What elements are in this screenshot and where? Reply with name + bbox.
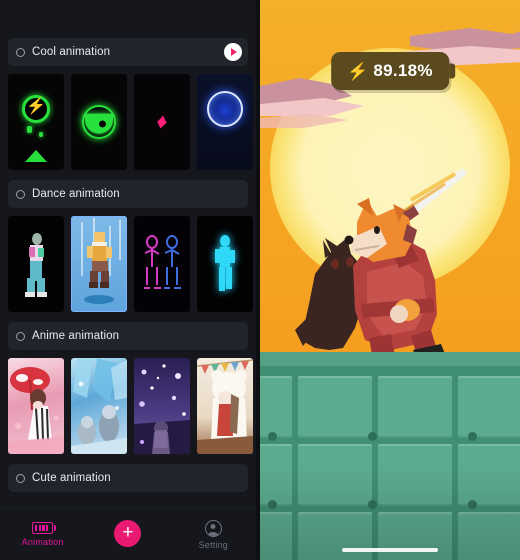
section-header-cute[interactable]: Cute animation — [8, 464, 248, 492]
circle-outline-icon — [16, 189, 25, 199]
battery-icon — [32, 522, 54, 534]
circle-outline-icon — [16, 47, 25, 57]
anime-art-stars — [134, 364, 190, 454]
section-header-dance[interactable]: Dance animation — [8, 180, 248, 208]
thumb-cool-bolt[interactable]: ⚡ — [8, 74, 64, 170]
blue-orb-shape — [207, 90, 243, 127]
dual-screenshot: Cool animation ⚡ Dance animation Anime a… — [0, 0, 520, 560]
neon-drop-shape — [27, 126, 32, 133]
pink-spark-shape — [156, 114, 169, 129]
account-icon — [204, 519, 222, 537]
thumb-dance-cyan[interactable] — [197, 216, 253, 312]
nav-item-animation[interactable]: Animation — [7, 522, 79, 547]
section-label-cute: Cute animation — [32, 472, 111, 484]
neon-drip-shape — [25, 150, 47, 162]
stage-disc — [84, 295, 114, 304]
thumb-dance-blue[interactable] — [71, 216, 127, 312]
neon-eye-shape — [99, 120, 106, 128]
thumb-anime-blue[interactable] — [71, 358, 127, 454]
rain-streak — [119, 220, 121, 260]
section-label-dance: Dance animation — [32, 188, 120, 200]
left-phone-screen: Cool animation ⚡ Dance animation Anime a… — [0, 0, 256, 560]
wall-shading — [260, 352, 520, 560]
thumb-anime-bear[interactable] — [197, 358, 253, 454]
sword — [399, 168, 467, 224]
anime-art-bear-hood — [197, 359, 253, 454]
right-phone-screen: ⚡ 89.18% — [260, 0, 520, 560]
section-label-anime: Anime animation — [32, 330, 120, 342]
section-header-cool[interactable]: Cool animation — [8, 38, 248, 66]
green-brick-wall — [260, 352, 520, 560]
neon-drop-shape — [39, 132, 43, 137]
lightning-bolt-icon: ⚡ — [26, 98, 46, 116]
thumb-cool-face[interactable] — [71, 74, 127, 170]
nav-label-setting: Setting — [198, 539, 229, 550]
nav-label-animation: Animation — [21, 537, 64, 547]
status-bar-spacer — [0, 0, 256, 38]
thumb-anime-starry[interactable] — [134, 358, 190, 454]
thumb-dance-neon-duo[interactable] — [134, 216, 190, 312]
nav-item-setting[interactable]: Setting — [177, 519, 249, 550]
play-button-cool[interactable] — [224, 43, 242, 61]
thumb-dance-dark[interactable] — [8, 216, 64, 312]
battery-percentage-indicator: ⚡ 89.18% — [331, 52, 449, 90]
circle-outline-icon — [16, 473, 25, 483]
thumb-row-anime[interactable] — [8, 358, 253, 454]
thumb-row-dance[interactable] — [8, 216, 253, 312]
play-icon — [231, 48, 237, 56]
thumb-anime-pink[interactable] — [8, 358, 64, 454]
thumb-row-cool[interactable]: ⚡ — [8, 74, 253, 170]
dancer-figure — [25, 233, 47, 297]
thumb-cool-pink[interactable] — [134, 74, 190, 170]
add-animation-button[interactable]: + — [92, 520, 164, 549]
home-indicator-bar[interactable] — [342, 548, 438, 552]
battery-percent-text: 89.18% — [373, 61, 433, 80]
cyan-dancer-figure — [215, 235, 235, 291]
animation-category-list[interactable]: Cool animation ⚡ Dance animation Anime a… — [0, 38, 256, 508]
dancer-figure — [87, 232, 112, 289]
section-label-cool: Cool animation — [32, 46, 111, 58]
neon-duo-figure — [144, 235, 181, 289]
anime-art-parasol — [8, 367, 64, 454]
thumb-cool-orb[interactable] — [197, 74, 253, 170]
lightning-bolt-icon: ⚡ — [347, 61, 369, 81]
plus-icon[interactable]: + — [114, 520, 142, 547]
section-header-anime[interactable]: Anime animation — [8, 322, 248, 350]
anime-art-ice — [71, 358, 127, 454]
fox-samurai-character — [295, 168, 467, 364]
circle-outline-icon — [16, 331, 25, 341]
plus-glyph: + — [122, 522, 134, 543]
bottom-navigation-bar[interactable]: Animation + Setting — [0, 508, 256, 560]
